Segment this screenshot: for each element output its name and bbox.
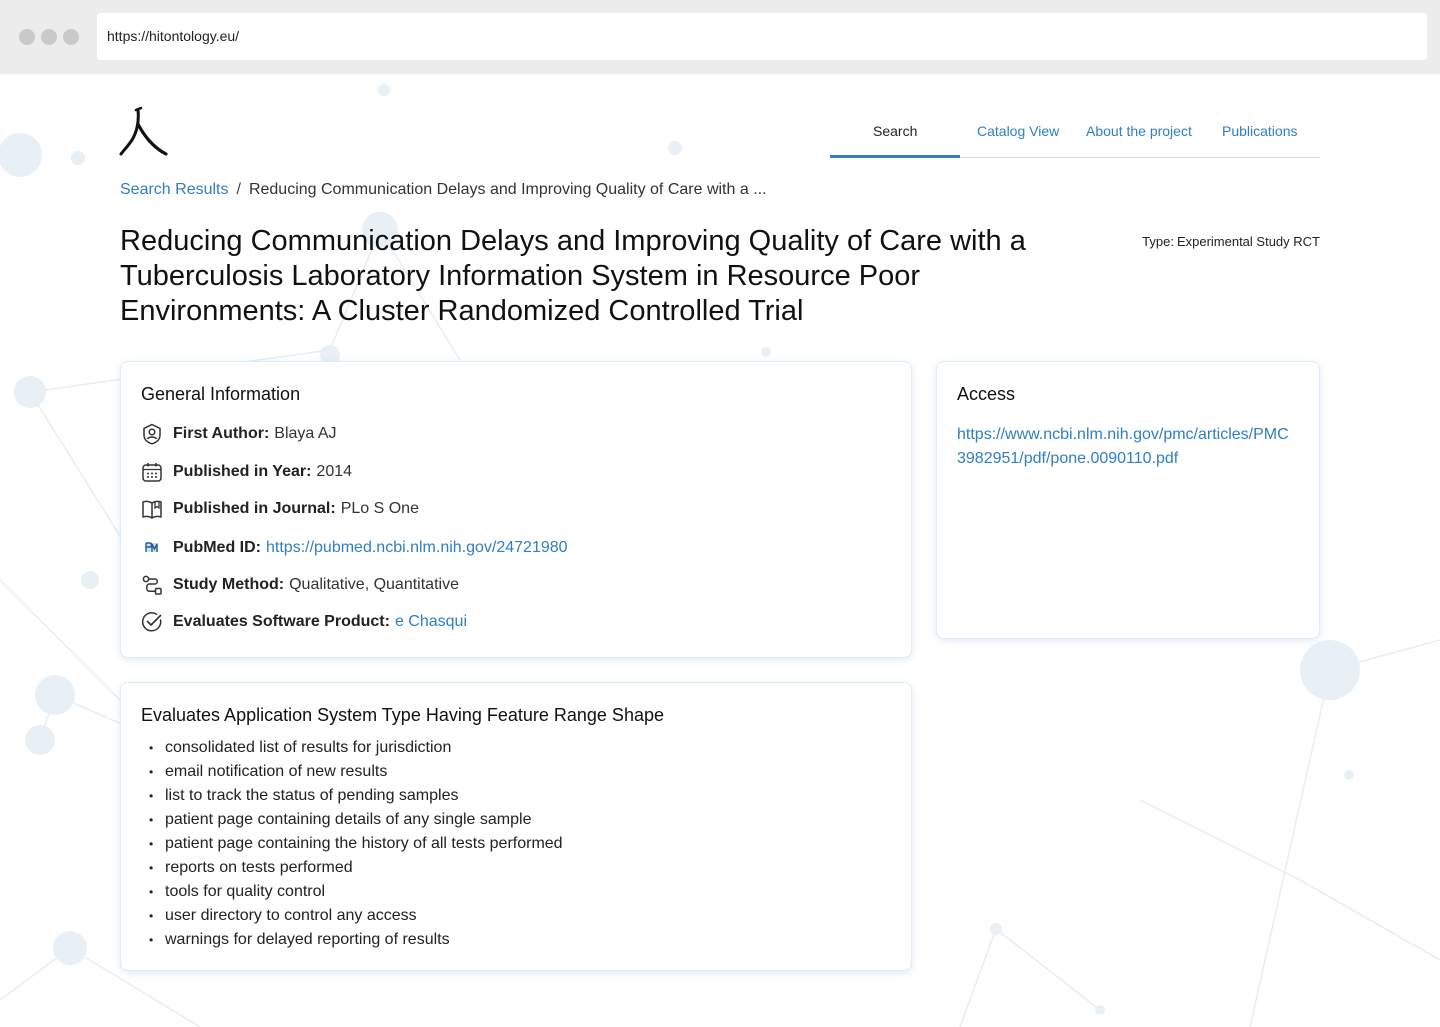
calendar-icon: [142, 463, 162, 482]
tab-catalog-view[interactable]: Catalog View: [977, 112, 1059, 157]
published-year-label: Published in Year:: [173, 463, 312, 480]
list-item: tools for quality control: [141, 880, 563, 904]
general-information-card: General Information First Author: Blaya …: [120, 361, 912, 658]
address-bar[interactable]: https://hitontology.eu/: [97, 13, 1427, 60]
list-item: patient page containing details of any s…: [141, 808, 563, 832]
published-year-row: Published in Year: 2014: [141, 461, 352, 483]
general-information-heading: General Information: [141, 384, 301, 404]
list-item: warnings for delayed reporting of result…: [141, 928, 563, 952]
access-card: Access https://www.ncbi.nlm.nih.gov/pmc/…: [936, 361, 1320, 639]
breadcrumb: Search Results / Reducing Communication De…: [120, 181, 767, 199]
book-icon: [142, 500, 162, 519]
route-icon: [142, 575, 162, 595]
list-item: patient page containing the history of a…: [141, 832, 563, 856]
breadcrumb-separator: /: [236, 181, 241, 198]
window-maximize-dot[interactable]: [63, 29, 79, 45]
access-pdf-link[interactable]: https://www.ncbi.nlm.nih.gov/pmc/article…: [957, 423, 1297, 471]
first-author-label: First Author:: [173, 425, 270, 442]
study-method-value: Qualitative, Quantitative: [289, 576, 459, 593]
published-journal-row: Published in Journal: PLo S One: [141, 498, 419, 520]
study-method-row: Study Method: Qualitative, Quantitative: [141, 574, 459, 596]
window-close-dot[interactable]: [19, 29, 35, 45]
pubmed-id-row: PubMed ID: https://pubmed.ncbi.nlm.nih.g…: [141, 537, 568, 559]
list-item: email notification of new results: [141, 760, 563, 784]
window-minimize-dot[interactable]: [41, 29, 57, 45]
published-journal-value: PLo S One: [340, 500, 419, 517]
breadcrumb-search-results-link[interactable]: Search Results: [120, 181, 229, 198]
software-product-link[interactable]: e Chasqui: [395, 613, 467, 631]
hito-logo[interactable]: [118, 106, 170, 158]
check-circle-icon: [141, 612, 162, 632]
page-title: Reducing Communication Delays and Improv…: [120, 225, 1026, 327]
software-product-row: Evaluates Software Product: e Chasqui: [141, 611, 467, 633]
main-nav: Search Catalog View About the project Pu…: [830, 112, 1320, 158]
access-heading: Access: [957, 384, 1016, 404]
list-item: list to track the status of pending samp…: [141, 784, 563, 808]
features-list: consolidated list of results for jurisdi…: [141, 736, 563, 952]
browser-chrome: https://hitontology.eu/: [0, 0, 1440, 74]
published-journal-label: Published in Journal:: [173, 500, 336, 517]
list-item: reports on tests performed: [141, 856, 563, 880]
study-type-value: Experimental Study RCT: [1176, 234, 1320, 249]
first-author-value: Blaya AJ: [274, 425, 337, 442]
list-item: user directory to control any access: [141, 904, 563, 928]
published-year-value: 2014: [316, 463, 353, 480]
features-heading: Evaluates Application System Type Having…: [141, 705, 664, 725]
features-card: Evaluates Application System Type Having…: [120, 682, 912, 971]
first-author-row: First Author: Blaya AJ: [141, 423, 337, 445]
study-type-label: Type:: [1142, 234, 1174, 249]
software-product-label: Evaluates Software Product:: [173, 613, 390, 630]
study-method-label: Study Method:: [173, 576, 285, 593]
tab-about-the-project[interactable]: About the project: [1086, 112, 1192, 157]
tab-search[interactable]: Search: [830, 112, 961, 158]
tab-publications[interactable]: Publications: [1222, 112, 1298, 157]
list-item: consolidated list of results for jurisdi…: [141, 736, 563, 760]
pubmed-link[interactable]: https://pubmed.ncbi.nlm.nih.gov/24721980: [266, 539, 568, 557]
user-badge-icon: [143, 423, 161, 445]
breadcrumb-current: Reducing Communication Delays and Improv…: [248, 181, 767, 198]
study-type: Type: Experimental Study RCT: [1142, 234, 1320, 249]
pubmed-id-label: PubMed ID:: [173, 539, 261, 556]
pubmed-icon: [145, 542, 158, 552]
